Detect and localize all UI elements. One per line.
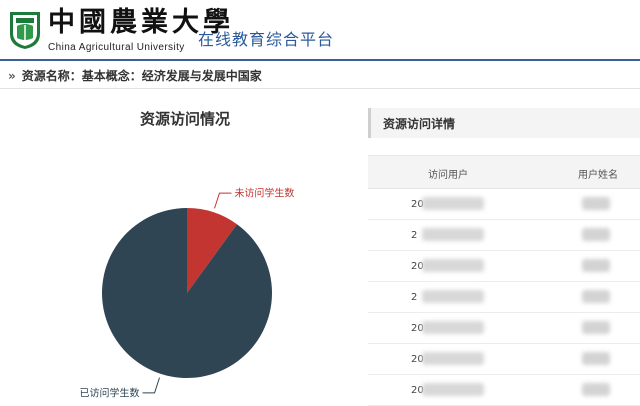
redacted-user-name xyxy=(582,290,610,303)
pie-chart: 未访问学生数已访问学生数 xyxy=(80,187,295,400)
redacted-user-id xyxy=(422,197,484,210)
header: 中國農業大學 China Agricultural University 在线教… xyxy=(0,0,640,58)
detail-panel-header: 资源访问详情 xyxy=(368,108,640,138)
university-name-en: China Agricultural University xyxy=(48,42,185,53)
column-header-name: 用户姓名 xyxy=(578,170,618,181)
pie-label-visited: 已访问学生数 xyxy=(80,386,140,399)
redacted-user-id xyxy=(422,321,484,334)
column-header-user: 访问用户 xyxy=(428,170,468,181)
table-row[interactable]: 2 xyxy=(368,282,640,313)
table-row[interactable]: 20 xyxy=(368,344,640,375)
breadcrumb-divider xyxy=(0,88,640,89)
table-row[interactable]: 2 xyxy=(368,220,640,251)
user-id-cell: 2 xyxy=(411,230,418,241)
pie-label-line xyxy=(142,377,160,394)
header-divider xyxy=(0,59,640,61)
redacted-user-id xyxy=(422,228,484,241)
platform-title: 在线教育综合平台 xyxy=(198,30,335,49)
chart-title: 资源访问情况 xyxy=(140,110,231,128)
table-row[interactable]: 20 xyxy=(368,375,640,406)
redacted-user-id xyxy=(422,352,484,365)
table-row[interactable]: 20 xyxy=(368,313,640,344)
detail-panel-title: 资源访问详情 xyxy=(383,117,456,131)
table-row[interactable]: 20 xyxy=(368,251,640,282)
table-header: 访问用户 用户姓名 xyxy=(368,156,640,189)
redacted-user-id xyxy=(422,259,484,272)
redacted-user-id xyxy=(422,290,484,303)
redacted-user-name xyxy=(582,321,610,334)
table-row[interactable]: 20 xyxy=(368,189,640,220)
detail-table: 访问用户 用户姓名 20 2 20 2 20 20 20 xyxy=(368,155,640,406)
redacted-user-name xyxy=(582,383,610,396)
breadcrumb-arrows-icon: » xyxy=(8,69,16,83)
user-id-cell: 2 xyxy=(411,292,418,303)
pie-slice-visited[interactable] xyxy=(102,208,272,378)
redacted-user-name xyxy=(582,352,610,365)
resource-name: 资源名称：基本概念：经济发展与发展中国家 xyxy=(21,69,262,83)
redacted-user-name xyxy=(582,259,610,272)
university-emblem-icon xyxy=(10,12,40,49)
redacted-user-id xyxy=(422,383,484,396)
redacted-user-name xyxy=(582,197,610,210)
breadcrumb: » 资源名称：基本概念：经济发展与发展中国家 xyxy=(8,67,262,84)
pie-label-line xyxy=(214,192,232,209)
redacted-user-name xyxy=(582,228,610,241)
pie-label-unvisited: 未访问学生数 xyxy=(234,187,294,200)
